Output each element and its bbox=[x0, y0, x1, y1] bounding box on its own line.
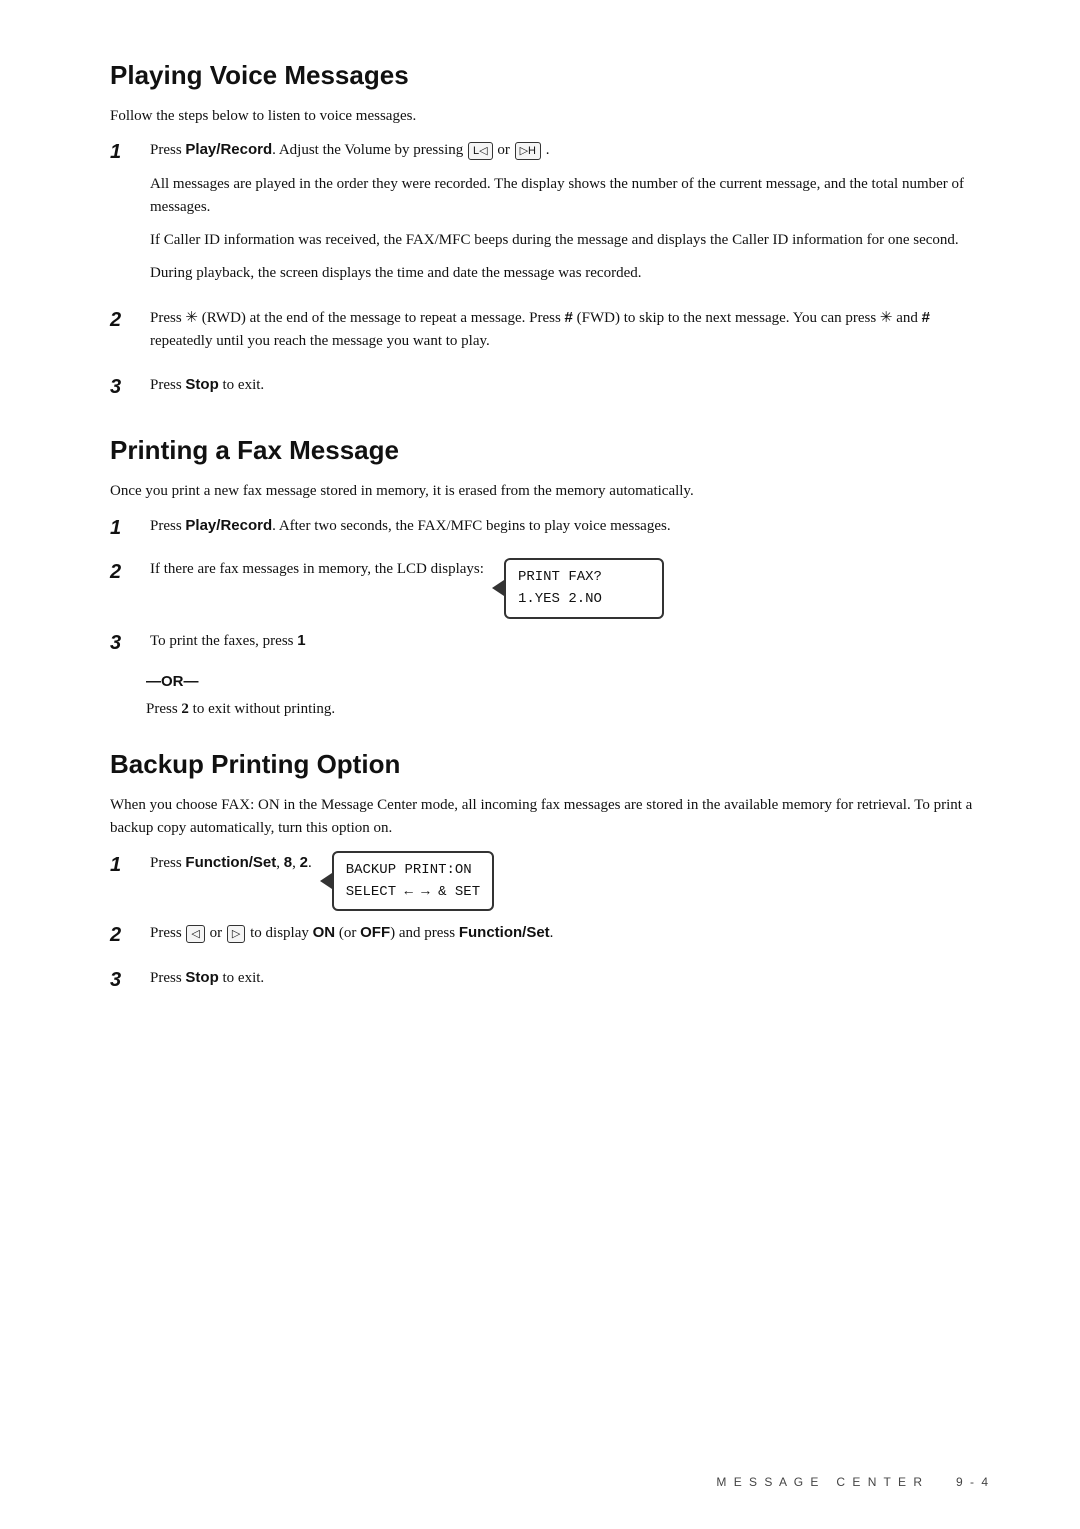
step-text: If there are fax messages in memory, the… bbox=[150, 558, 484, 581]
step-text: Press Play/Record. Adjust the Volume by … bbox=[150, 138, 990, 162]
step-number: 1 bbox=[110, 138, 146, 166]
step-content: Press Function/Set, 8, 2. BACKUP PRINT:O… bbox=[150, 851, 990, 912]
or-divider: —OR— bbox=[146, 673, 990, 690]
step-number: 3 bbox=[110, 966, 146, 994]
step-text: Press Stop to exit. bbox=[150, 373, 990, 397]
lcd-display-backup-print: BACKUP PRINT:ON SELECT ← → & SET bbox=[332, 851, 494, 912]
step-text: Press Play/Record. After two seconds, th… bbox=[150, 514, 990, 538]
step-content: To print the faxes, press 1 bbox=[150, 629, 990, 663]
step-number: 1 bbox=[110, 514, 146, 542]
step-backup-3: 3 Press Stop to exit. bbox=[110, 966, 990, 1000]
step-number: 1 bbox=[110, 851, 146, 879]
step-playing-3: 3 Press Stop to exit. bbox=[110, 373, 990, 407]
step-content: If there are fax messages in memory, the… bbox=[150, 558, 990, 619]
step-text: Press ✳ (RWD) at the end of the message … bbox=[150, 306, 990, 354]
step-backup-1: 1 Press Function/Set, 8, 2. BACKUP PRINT… bbox=[110, 851, 990, 912]
press-2-text: Press 2 to exit without printing. bbox=[146, 698, 990, 721]
section-intro-backup: When you choose FAX: ON in the Message C… bbox=[110, 794, 990, 841]
steps-printing: 1 Press Play/Record. After two seconds, … bbox=[110, 514, 990, 663]
step-content: Press Stop to exit. bbox=[150, 373, 990, 407]
sub-para-2: If Caller ID information was received, t… bbox=[150, 229, 990, 252]
key-icon-right: ▷H bbox=[515, 142, 541, 161]
section-intro-playing: Follow the steps below to listen to voic… bbox=[110, 105, 990, 128]
section-intro-printing: Once you print a new fax message stored … bbox=[110, 480, 990, 503]
key-icon-left: ◁ bbox=[186, 925, 204, 944]
steps-playing: 1 Press Play/Record. Adjust the Volume b… bbox=[110, 138, 990, 407]
key-icon-right: ▷ bbox=[227, 925, 245, 944]
step-content: Press Play/Record. After two seconds, th… bbox=[150, 514, 990, 548]
page: Playing Voice Messages Follow the steps … bbox=[0, 0, 1080, 1529]
step-number: 2 bbox=[110, 921, 146, 949]
step-printing-1: 1 Press Play/Record. After two seconds, … bbox=[110, 514, 990, 548]
steps-backup: 1 Press Function/Set, 8, 2. BACKUP PRINT… bbox=[110, 851, 990, 1000]
footer-left: M E S S A G E C E N T E R 9 - 4 bbox=[716, 1475, 990, 1489]
step-playing-1: 1 Press Play/Record. Adjust the Volume b… bbox=[110, 138, 990, 295]
step-content: Press Stop to exit. bbox=[150, 966, 990, 1000]
section-title-printing: Printing a Fax Message bbox=[110, 435, 990, 466]
step-printing-3: 3 To print the faxes, press 1 bbox=[110, 629, 990, 663]
step-number: 2 bbox=[110, 558, 146, 586]
lcd-display-print-fax: PRINT FAX? 1.YES 2.NO bbox=[504, 558, 664, 619]
step-number: 3 bbox=[110, 373, 146, 401]
step-content: Press ◁ or ▷ to display ON (or OFF) and … bbox=[150, 921, 990, 955]
key-icon-left: L◁ bbox=[468, 142, 493, 161]
step-number: 2 bbox=[110, 306, 146, 334]
step-number: 3 bbox=[110, 629, 146, 657]
step-content: Press Play/Record. Adjust the Volume by … bbox=[150, 138, 990, 295]
section-title-playing: Playing Voice Messages bbox=[110, 60, 990, 91]
step-printing-2: 2 If there are fax messages in memory, t… bbox=[110, 558, 990, 619]
sub-para-1: All messages are played in the order the… bbox=[150, 173, 990, 220]
page-footer: M E S S A G E C E N T E R 9 - 4 bbox=[0, 1475, 1080, 1489]
step-playing-2: 2 Press ✳ (RWD) at the end of the messag… bbox=[110, 306, 990, 364]
step-content: Press ✳ (RWD) at the end of the message … bbox=[150, 306, 990, 364]
step-text: Press Stop to exit. bbox=[150, 966, 990, 990]
step-text: To print the faxes, press 1 bbox=[150, 629, 990, 653]
step-text: Press ◁ or ▷ to display ON (or OFF) and … bbox=[150, 921, 990, 945]
section-title-backup: Backup Printing Option bbox=[110, 749, 990, 780]
step-text: Press Function/Set, 8, 2. bbox=[150, 851, 312, 875]
sub-para-3: During playback, the screen displays the… bbox=[150, 262, 990, 285]
step-backup-2: 2 Press ◁ or ▷ to display ON (or OFF) an… bbox=[110, 921, 990, 955]
